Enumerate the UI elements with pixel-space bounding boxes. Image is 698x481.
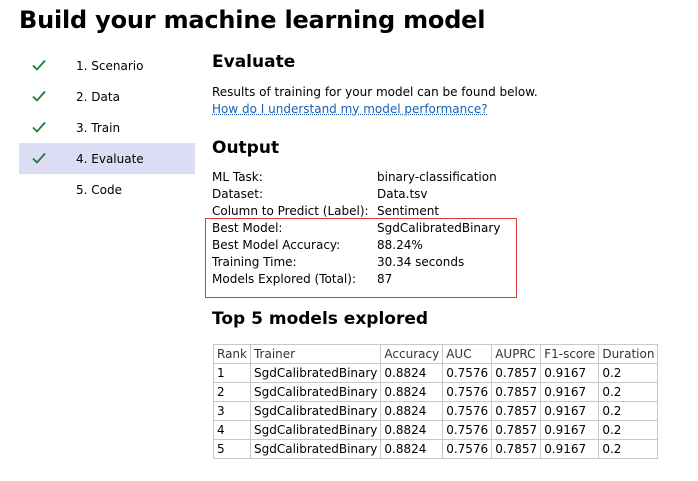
table-cell: SgdCalibratedBinary <box>249 401 382 421</box>
output-value: Sentiment <box>377 204 440 218</box>
table-cell: 3 <box>213 401 251 421</box>
step-label: 5. Code <box>76 182 122 197</box>
table-cell: 2 <box>213 382 251 402</box>
table-row: 4 SgdCalibratedBinary 0.8824 0.7576 0.78… <box>213 420 659 440</box>
top-models-heading: Top 5 models explored <box>212 309 429 329</box>
checkmark-icon <box>32 121 46 133</box>
evaluate-intro: Results of training for your model can b… <box>212 85 538 99</box>
table-cell: 0.7857 <box>491 382 542 402</box>
table-cell: 0.9167 <box>540 401 600 421</box>
step-label: 4. Evaluate <box>76 151 144 166</box>
column-header: Accuracy <box>380 344 444 364</box>
table-cell: 0.2 <box>598 382 659 402</box>
table-row: 3 SgdCalibratedBinary 0.8824 0.7576 0.78… <box>213 401 659 421</box>
step-train[interactable]: 3. Train <box>19 112 195 143</box>
table-cell: 0.2 <box>598 363 659 383</box>
checkmark-icon <box>32 59 46 71</box>
table-cell: 0.8824 <box>380 401 444 421</box>
table-cell: SgdCalibratedBinary <box>249 439 382 459</box>
column-header: AUPRC <box>491 344 542 364</box>
step-code[interactable]: 5. Code <box>19 174 195 205</box>
table-cell: 4 <box>213 420 251 440</box>
column-header: F1-score <box>540 344 600 364</box>
table-cell: 0.9167 <box>540 382 600 402</box>
page-title: Build your machine learning model <box>19 6 486 34</box>
table-cell: 0.9167 <box>540 439 600 459</box>
table-cell: 0.9167 <box>540 363 600 383</box>
table-cell: SgdCalibratedBinary <box>249 363 382 383</box>
table-cell: 0.7576 <box>442 439 493 459</box>
checkmark-icon <box>32 152 46 164</box>
output-key: Column to Predict (Label): <box>212 204 369 218</box>
output-heading: Output <box>212 138 280 158</box>
table-cell: 1 <box>213 363 251 383</box>
table-cell: 0.2 <box>598 439 659 459</box>
table-header-row: Rank Trainer Accuracy AUC AUPRC F1-score… <box>213 344 659 364</box>
table-cell: SgdCalibratedBinary <box>249 420 382 440</box>
model-performance-help-link[interactable]: How do I understand my model performance… <box>212 102 488 116</box>
column-header: Rank <box>213 344 251 364</box>
table-cell: 0.8824 <box>380 363 444 383</box>
table-cell: 0.7576 <box>442 420 493 440</box>
top-models-table: Rank Trainer Accuracy AUC AUPRC F1-score… <box>213 344 659 459</box>
table-cell: 0.7576 <box>442 382 493 402</box>
table-cell: 0.8824 <box>380 420 444 440</box>
table-cell: 0.2 <box>598 401 659 421</box>
wizard-steps: 1. Scenario 2. Data 3. Train 4. Evaluate… <box>19 50 195 205</box>
table-cell: 0.7576 <box>442 363 493 383</box>
output-value: binary-classification <box>377 170 497 184</box>
table-row: 5 SgdCalibratedBinary 0.8824 0.7576 0.78… <box>213 439 659 459</box>
table-cell: 0.7857 <box>491 420 542 440</box>
table-row: 2 SgdCalibratedBinary 0.8824 0.7576 0.78… <box>213 382 659 402</box>
checkmark-icon <box>32 90 46 102</box>
output-key: ML Task: <box>212 170 263 184</box>
table-cell: 0.7857 <box>491 401 542 421</box>
step-scenario[interactable]: 1. Scenario <box>19 50 195 81</box>
output-key: Dataset: <box>212 187 264 201</box>
table-cell: 0.8824 <box>380 382 444 402</box>
step-label: 1. Scenario <box>76 58 144 73</box>
table-cell: 0.7576 <box>442 401 493 421</box>
step-data[interactable]: 2. Data <box>19 81 195 112</box>
table-row: 1 SgdCalibratedBinary 0.8824 0.7576 0.78… <box>213 363 659 383</box>
output-value: Data.tsv <box>377 187 428 201</box>
table-cell: 0.7857 <box>491 363 542 383</box>
column-header: Duration <box>598 344 659 364</box>
step-label: 3. Train <box>76 120 121 135</box>
column-header: Trainer <box>249 344 382 364</box>
table-cell: SgdCalibratedBinary <box>249 382 382 402</box>
table-cell: 5 <box>213 439 251 459</box>
table-cell: 0.8824 <box>380 439 444 459</box>
best-model-highlight-box <box>205 218 517 298</box>
table-cell: 0.9167 <box>540 420 600 440</box>
step-label: 2. Data <box>76 89 120 104</box>
step-evaluate[interactable]: 4. Evaluate <box>19 143 195 174</box>
table-cell: 0.7857 <box>491 439 542 459</box>
table-cell: 0.2 <box>598 420 659 440</box>
evaluate-heading: Evaluate <box>212 52 296 72</box>
column-header: AUC <box>442 344 493 364</box>
